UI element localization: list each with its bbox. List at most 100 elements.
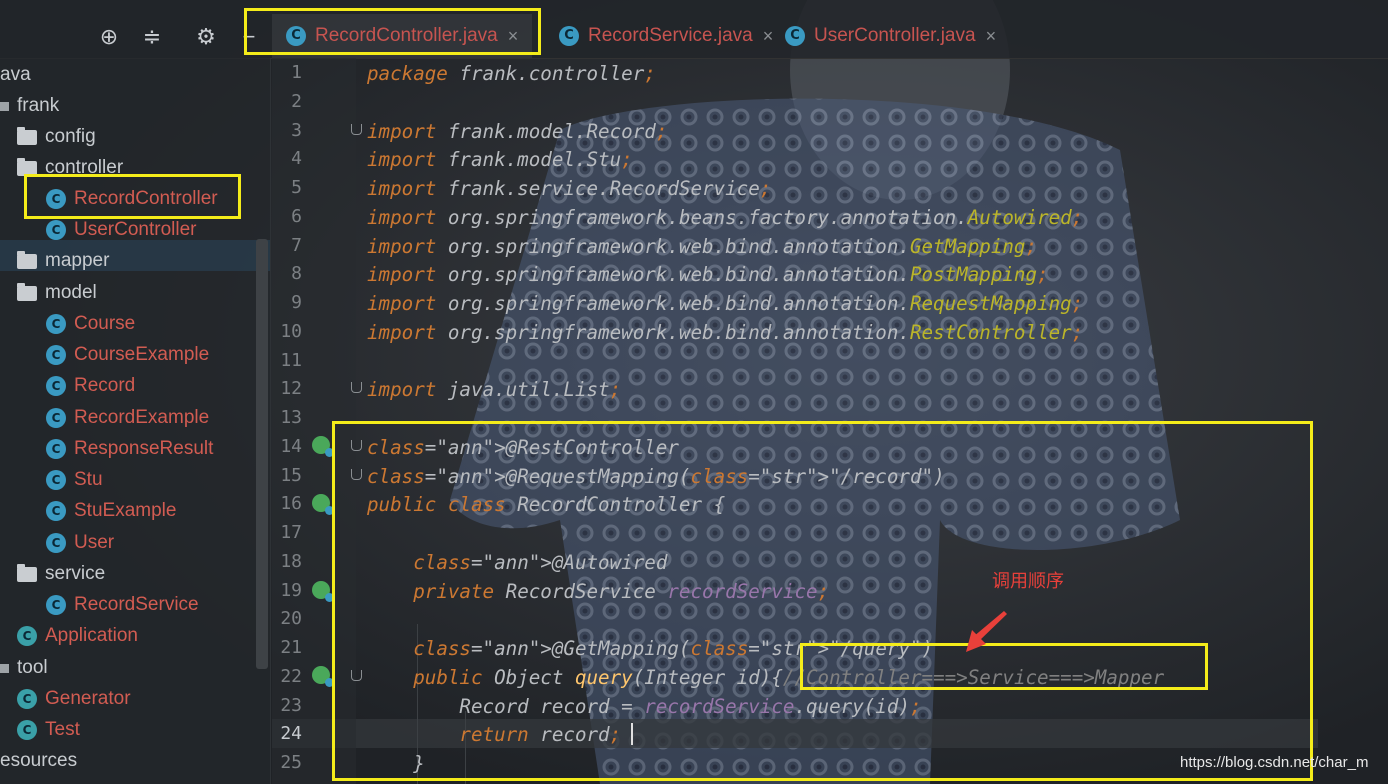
code-line[interactable]: public class RecordController { xyxy=(367,490,725,519)
crosshair-icon[interactable]: ⊕ xyxy=(96,24,122,50)
tree-item-user[interactable]: C User xyxy=(46,529,114,557)
class-icon: C xyxy=(46,314,66,334)
editor-tab-bar: ⊕ ≑ ⚙ − C RecordController.java × C Reco… xyxy=(0,0,1388,59)
tree-item-recordexample[interactable]: C RecordExample xyxy=(46,404,209,432)
class-icon: C xyxy=(46,345,66,365)
class-icon: C xyxy=(46,533,66,553)
code-line[interactable]: private RecordService recordService; xyxy=(367,577,829,606)
tree-item-responseresult[interactable]: C ResponseResult xyxy=(46,435,213,463)
class-icon: C xyxy=(46,189,66,209)
tree-item-record[interactable]: C Record xyxy=(46,372,135,400)
package-icon xyxy=(0,663,9,673)
tree-item-test[interactable]: C Test xyxy=(17,716,80,744)
bean-gutter-icon[interactable] xyxy=(312,494,334,515)
folder-icon xyxy=(17,126,37,145)
runnable-class-icon: C xyxy=(17,689,37,709)
tree-item-course[interactable]: C Course xyxy=(46,310,135,338)
endpoint-gutter-icon[interactable] xyxy=(312,666,334,687)
line-number: 15 xyxy=(280,464,302,486)
line-number: 8 xyxy=(291,263,302,285)
code-line[interactable]: import org.springframework.web.bind.anno… xyxy=(367,260,1049,289)
minimize-icon[interactable]: − xyxy=(236,24,262,50)
autowired-gutter-icon[interactable] xyxy=(312,581,334,602)
arrow-icon xyxy=(966,611,1007,652)
class-icon: C xyxy=(286,26,306,46)
folder-icon xyxy=(17,157,37,176)
code-line[interactable]: import org.springframework.web.bind.anno… xyxy=(367,318,1083,347)
code-line[interactable]: import org.springframework.web.bind.anno… xyxy=(367,289,1083,318)
line-number: 14 xyxy=(280,435,302,457)
tree-item-config[interactable]: config xyxy=(17,123,96,151)
tree-item-java[interactable]: ava xyxy=(0,61,31,89)
line-number: 5 xyxy=(291,177,302,198)
code-line[interactable]: import org.springframework.beans.factory… xyxy=(367,203,1083,232)
code-line[interactable]: class="ann">@RestController xyxy=(367,433,679,462)
collapse-icon[interactable]: ≑ xyxy=(139,24,165,50)
code-line[interactable]: import frank.service.RecordService; xyxy=(367,174,771,203)
gear-icon[interactable]: ⚙ xyxy=(193,24,219,50)
code-line[interactable]: package frank.controller; xyxy=(367,59,656,88)
tree-item-frank[interactable]: frank xyxy=(0,92,59,120)
class-icon: C xyxy=(46,595,66,615)
folder-icon xyxy=(17,563,37,582)
tab-record-controller[interactable]: C RecordController.java × xyxy=(272,14,533,58)
tree-item-usercontroller[interactable]: C UserController xyxy=(46,216,196,244)
folder-icon xyxy=(17,282,37,301)
line-number: 12 xyxy=(280,378,302,400)
line-number: 4 xyxy=(291,148,302,170)
tree-item-stuexample[interactable]: C StuExample xyxy=(46,497,176,525)
tree-item-recordcontroller[interactable]: C RecordController xyxy=(46,185,218,213)
line-number: 7 xyxy=(291,234,302,256)
line-number: 11 xyxy=(280,349,302,371)
close-icon[interactable]: × xyxy=(763,26,774,47)
tab-record-service[interactable]: C RecordService.java × xyxy=(549,14,783,58)
tree-item-stu[interactable]: C Stu xyxy=(46,466,103,494)
code-line[interactable]: } xyxy=(367,749,425,778)
class-icon: C xyxy=(46,220,66,240)
tree-scrollbar[interactable] xyxy=(256,239,268,669)
code-line[interactable]: class="ann">@RequestMapping(class="str">… xyxy=(367,462,945,491)
line-number: 1 xyxy=(291,62,302,83)
code-line[interactable]: class="ann">@GetMapping(class="str">"/qu… xyxy=(367,634,933,663)
tree-item-tool[interactable]: tool xyxy=(0,654,48,682)
tree-item-resources[interactable]: esources xyxy=(0,747,77,775)
code-line[interactable]: Record record = recordService.query(id); xyxy=(367,692,921,721)
close-icon[interactable]: × xyxy=(986,26,997,47)
close-icon[interactable]: × xyxy=(508,26,519,47)
tab-user-controller[interactable]: C UserController.java × xyxy=(775,14,1006,58)
line-number: 13 xyxy=(280,407,302,428)
tree-item-controller[interactable]: controller xyxy=(17,154,123,182)
watermark: https://blog.csdn.net/char_m xyxy=(1180,754,1369,771)
call-order-note: 调用顺序 xyxy=(992,571,1064,591)
class-icon: C xyxy=(559,26,579,46)
class-icon: C xyxy=(46,501,66,521)
class-icon: C xyxy=(46,376,66,396)
tree-item-courseexample[interactable]: C CourseExample xyxy=(46,341,209,369)
tab-label: RecordController.java xyxy=(315,25,498,46)
code-line[interactable]: public Object query(Integer id){//Contro… xyxy=(367,663,1164,692)
tree-item-service[interactable]: service xyxy=(17,560,105,588)
code-line[interactable]: import org.springframework.web.bind.anno… xyxy=(367,232,1037,261)
code-line[interactable]: import frank.model.Record; xyxy=(367,117,667,146)
class-icon: C xyxy=(785,26,805,46)
line-number: 3 xyxy=(291,119,302,141)
code-line[interactable]: import java.util.List; xyxy=(367,375,621,404)
line-number: 9 xyxy=(291,292,302,313)
bean-gutter-icon[interactable] xyxy=(312,436,334,457)
tree-item-application[interactable]: C Application xyxy=(17,622,138,650)
code-editor[interactable]: package frank.controller; import frank.mo… xyxy=(356,58,1388,784)
line-number: 18 xyxy=(280,550,302,572)
tab-label: UserController.java xyxy=(814,25,976,46)
code-line[interactable]: return record; xyxy=(367,720,621,749)
code-line[interactable]: class="ann">@Autowired xyxy=(367,548,667,577)
line-number: 22 xyxy=(280,665,302,687)
tree-item-recordservice[interactable]: C RecordService xyxy=(46,591,199,619)
code-line[interactable]: import frank.model.Stu; xyxy=(367,145,633,174)
line-number: 6 xyxy=(291,205,302,227)
tree-item-generator[interactable]: C Generator xyxy=(17,685,131,713)
tree-item-model[interactable]: model xyxy=(17,279,97,307)
runnable-class-icon: C xyxy=(17,720,37,740)
text-caret xyxy=(631,723,633,745)
project-tree: ava frank config controller C RecordCont… xyxy=(0,58,271,784)
tree-item-mapper[interactable]: mapper xyxy=(17,247,109,275)
